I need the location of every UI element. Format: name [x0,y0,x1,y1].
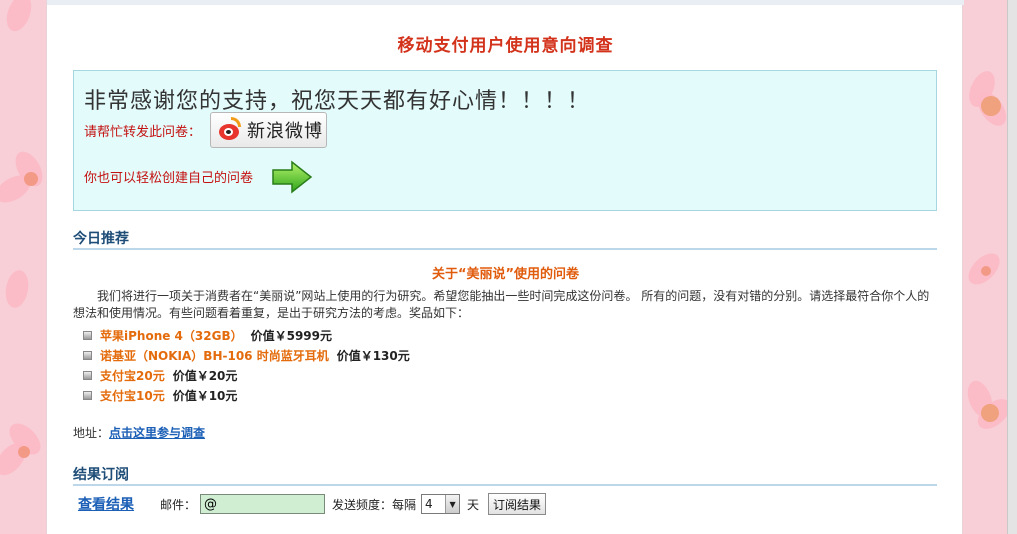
top-border [47,0,964,5]
weibo-logo-icon [217,117,243,143]
frequency-value: 4 [425,497,433,511]
email-label: 邮件： [160,497,197,512]
prize-name: 苹果iPhone 4（32GB） [100,328,243,343]
create-survey-label: 你也可以轻松创建自己的问卷 [84,171,254,186]
bullet-icon [83,370,92,380]
bullet-icon [83,330,92,340]
share-label: 请帮忙转发此问卷： [84,125,202,140]
bullet-icon [83,390,92,400]
prize-value: 价值￥130元 [336,348,410,363]
recommended-survey-title[interactable]: 关于“美丽说”使用的问卷 [47,263,964,282]
chevron-down-icon[interactable]: ▼ [445,495,460,513]
prize-name: 支付宝20元 [100,368,165,383]
weibo-share-button[interactable]: 新浪微博 [210,112,327,148]
right-floral-background [963,0,1007,534]
address-label: 地址： [73,426,110,440]
email-field[interactable] [200,494,326,514]
prize-value: 价值￥10元 [172,388,238,403]
result-subscribe-heading: 结果订阅 [73,464,937,486]
left-floral-background [0,0,46,534]
prize-value: 价值￥5999元 [250,328,333,343]
address-row: 地址：点击这里参与调查 [73,424,205,441]
prize-list: 苹果iPhone 4（32GB） 价值￥5999元 诺基亚（NOKIA）BH-1… [83,325,410,405]
today-recommend-heading: 今日推荐 [73,228,937,250]
list-item: 诺基亚（NOKIA）BH-106 时尚蓝牙耳机 价值￥130元 [83,345,410,365]
thanks-panel: 非常感谢您的支持，祝您天天都有好心情！！！！ 请帮忙转发此问卷： 新浪微博 你也… [73,70,937,211]
window-scrollbar[interactable] [1007,0,1017,534]
prize-value: 价值￥20元 [172,368,238,383]
subscribe-button[interactable]: 订阅结果 [488,493,547,515]
prize-name: 诺基亚（NOKIA）BH-106 时尚蓝牙耳机 [100,348,329,363]
list-item: 苹果iPhone 4（32GB） 价值￥5999元 [83,325,410,345]
survey-page: 移动支付用户使用意向调查 非常感谢您的支持，祝您天天都有好心情！！！！ 请帮忙转… [46,0,964,534]
survey-title: 移动支付用户使用意向调查 [397,36,614,56]
recommended-survey-intro: 我们将进行一项关于消费者在“美丽说”网站上使用的行为研究。希望您能抽出一些时间完… [73,289,930,320]
green-arrow-icon[interactable] [270,160,314,194]
prize-name: 支付宝10元 [100,388,165,403]
frequency-label: 发送频度：每隔 [332,497,417,512]
participate-link[interactable]: 点击这里参与调查 [109,426,205,440]
frequency-select[interactable]: 4 ▼ [421,494,461,514]
list-item: 支付宝20元 价值￥20元 [83,365,410,385]
view-results-link[interactable]: 查看结果 [78,494,134,514]
thanks-message: 非常感谢您的支持，祝您天天都有好心情！！！！ [84,89,591,114]
subscribe-form: 查看结果 邮件： 发送频度：每隔 4 ▼ 天 订阅结果 [73,492,547,516]
list-item: 支付宝10元 价值￥10元 [83,385,410,405]
bullet-icon [83,350,92,360]
day-label: 天 [467,497,480,512]
weibo-button-label: 新浪微博 [247,121,323,142]
